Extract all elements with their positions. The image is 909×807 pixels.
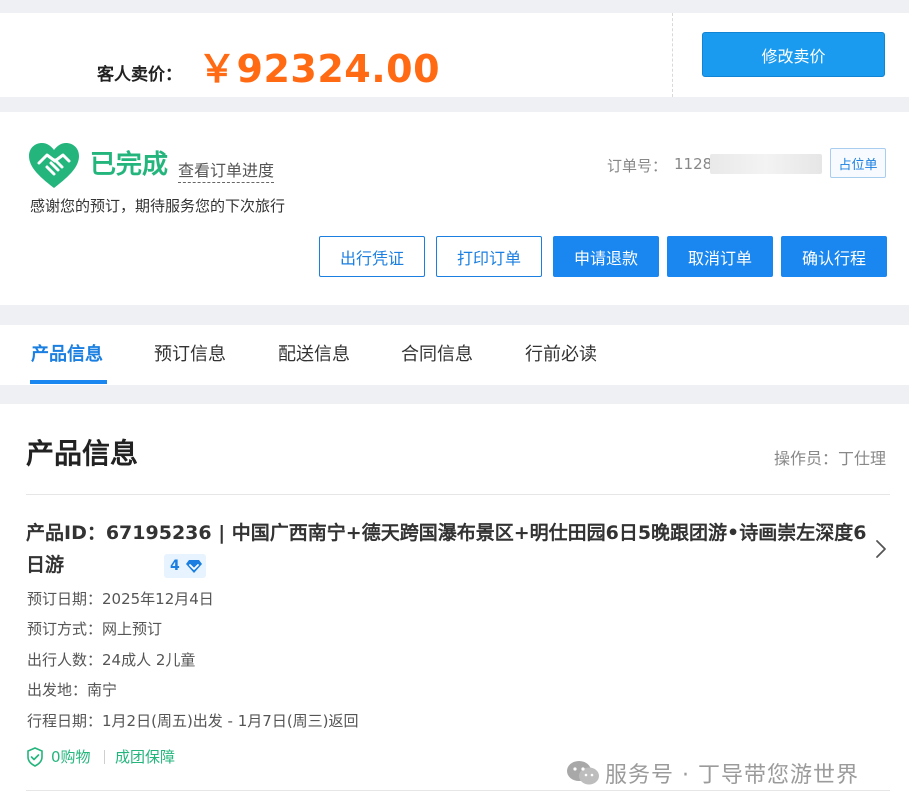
vertical-divider [672, 13, 673, 97]
badge-level: 4 [170, 558, 180, 574]
tab-delivery-info[interactable]: 配送信息 [278, 343, 350, 367]
modify-price-button[interactable]: 修改卖价 [702, 32, 885, 77]
watermark-text: 服务号 · 丁导带您游世界 [605, 763, 859, 788]
traveler-count: 出行人数：24成人 2儿童 [27, 651, 196, 669]
tab-contract-info[interactable]: 合同信息 [401, 343, 473, 367]
heart-handshake-icon [29, 143, 79, 188]
order-number-label: 订单号： [607, 157, 668, 175]
tab-booking-info[interactable]: 预订信息 [154, 343, 226, 367]
print-order-button[interactable]: 打印订单 [436, 236, 542, 277]
view-order-progress-link[interactable]: 查看订单进度 [178, 160, 275, 183]
apply-refund-button[interactable]: 申请退款 [553, 236, 659, 277]
cancel-order-button[interactable]: 取消订单 [667, 236, 773, 277]
divider [26, 790, 890, 791]
section-title: 产品信息 [26, 437, 139, 470]
tab-product-info[interactable]: 产品信息 [31, 343, 103, 367]
confirm-itinerary-button[interactable]: 确认行程 [781, 236, 887, 277]
product-level-badge[interactable]: 4 [164, 554, 206, 578]
price-label: 客人卖价： [97, 65, 182, 85]
price-card: 客人卖价： ￥92324.00 修改卖价 [0, 13, 909, 97]
order-status-card: 已完成 查看订单进度 感谢您的预订，期待服务您的下次旅行 订单号： 1128 占… [0, 112, 909, 305]
placeholder-order-button[interactable]: 占位单 [830, 148, 886, 178]
shield-check-icon [27, 747, 43, 767]
order-number-mask [710, 154, 822, 174]
divider [26, 494, 890, 495]
booking-method: 预订方式：网上预订 [27, 620, 163, 638]
group-guarantee: 成团保障 [115, 748, 176, 766]
travel-voucher-button[interactable]: 出行凭证 [319, 236, 425, 277]
active-tab-underline [30, 380, 107, 384]
booking-date: 预订日期：2025年12月4日 [27, 590, 214, 608]
product-title[interactable]: 产品ID：67195236 | 中国广西南宁+德天跨国瀑布景区+明仕田园6日5晚… [26, 517, 874, 581]
wechat-icon [567, 761, 599, 785]
guarantee-separator [104, 750, 105, 764]
operator-label: 操作员：丁仕理 [774, 449, 887, 468]
tab-pre-travel-notes[interactable]: 行前必读 [525, 343, 597, 367]
product-info-card: 产品信息 操作员：丁仕理 产品ID：67195236 | 中国广西南宁+德天跨国… [0, 404, 909, 807]
itinerary-dates: 行程日期：1月2日(周五)出发 - 1月7日(周三)返回 [27, 712, 359, 730]
no-shopping-guarantee: 0购物 [51, 748, 91, 766]
order-number-value: 1128 [674, 155, 713, 173]
status-title: 已完成 [90, 150, 169, 180]
chevron-right-icon[interactable] [874, 538, 888, 560]
price-value: ￥92324.00 [198, 47, 441, 91]
tabs-bar: 产品信息 预订信息 配送信息 合同信息 行前必读 [0, 325, 909, 385]
diamond-icon [186, 560, 202, 573]
thanks-message: 感谢您的预订，期待服务您的下次旅行 [30, 197, 286, 215]
departure-city: 出发地：南宁 [27, 681, 118, 699]
